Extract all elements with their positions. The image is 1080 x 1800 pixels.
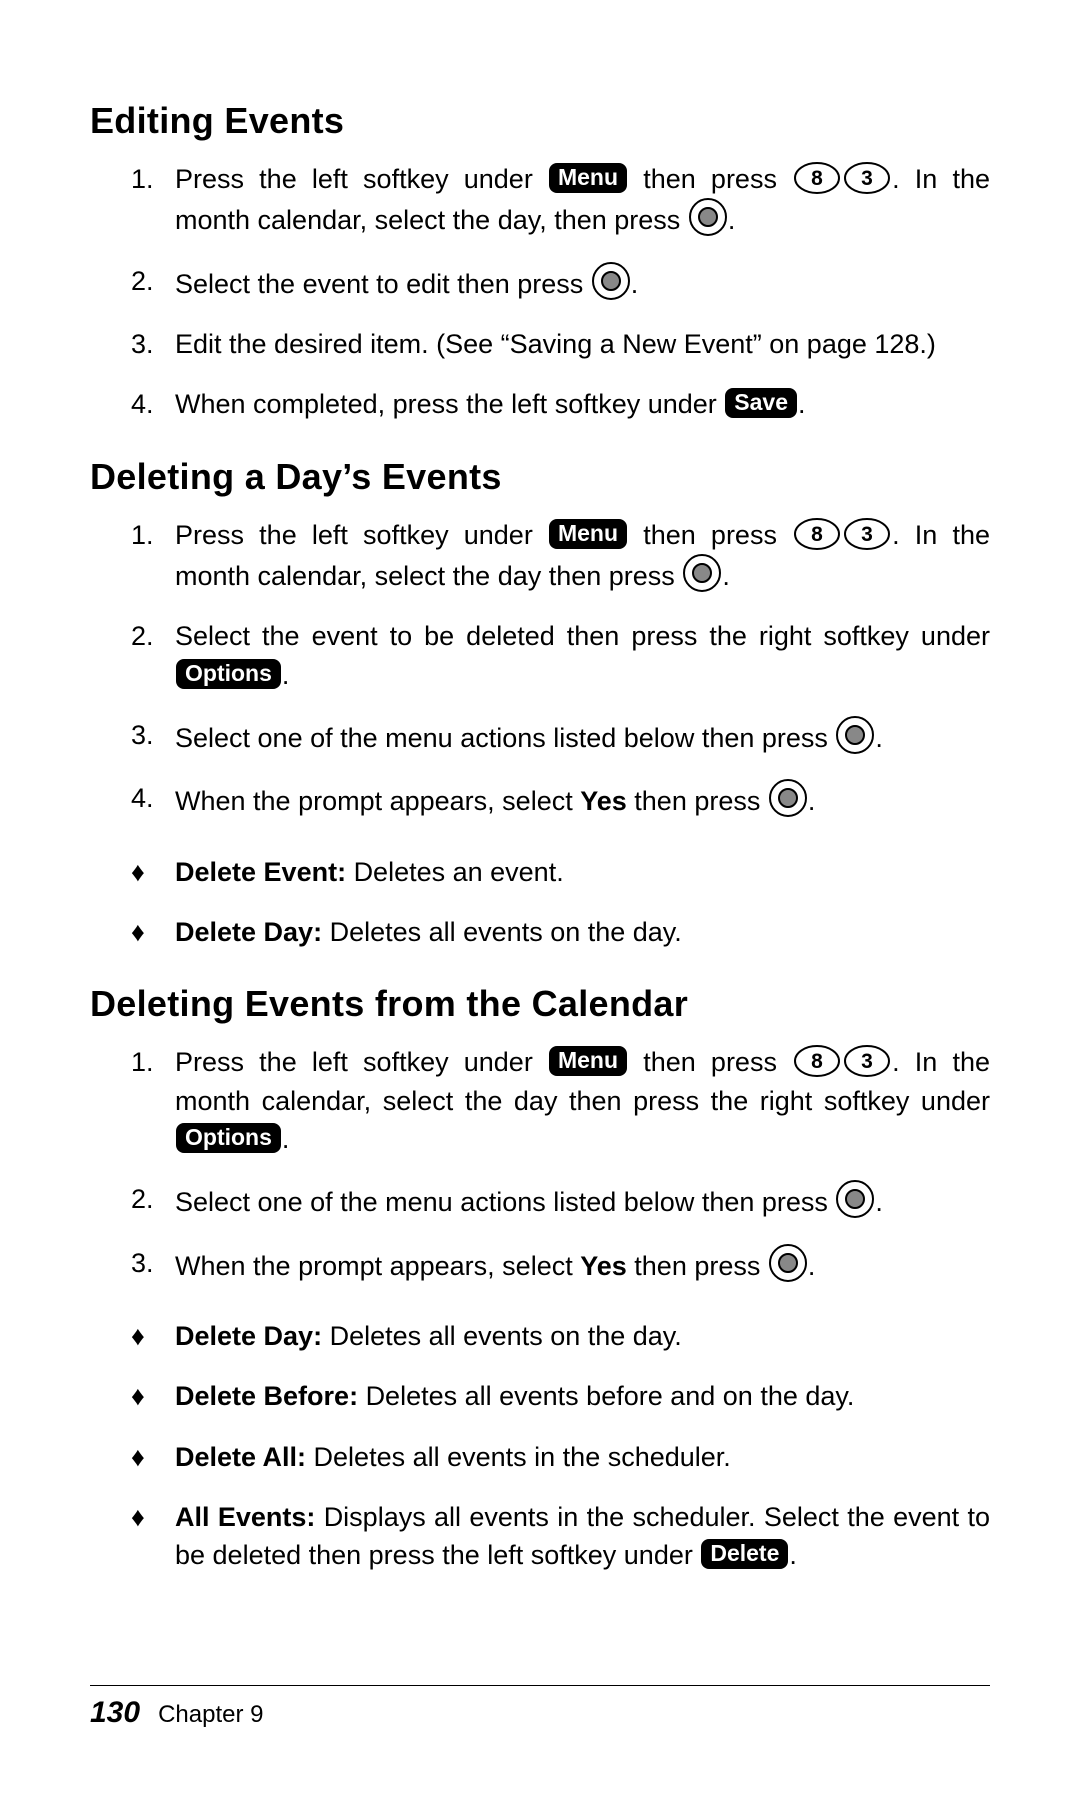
text: then press	[627, 1251, 768, 1281]
text: .	[798, 389, 806, 419]
softkey-menu: Menu	[549, 519, 627, 549]
deleteday-step-3: Select one of the menu actions listed be…	[175, 716, 990, 757]
text: .	[808, 1251, 816, 1281]
text: then press	[628, 164, 792, 194]
editing-step-1: Press the left softkey under Menu then p…	[175, 160, 990, 240]
ok-button-icon	[836, 1180, 874, 1218]
bullet-text: Deletes all events in the scheduler.	[314, 1442, 731, 1472]
text: When the prompt appears, select	[175, 1251, 580, 1281]
key-8-icon	[793, 161, 841, 195]
text: .	[875, 1187, 883, 1217]
ok-button-icon	[769, 1244, 807, 1282]
heading-deleting-days-events: Deleting a Day’s Events	[90, 456, 990, 498]
ok-button-icon	[769, 779, 807, 817]
text: Select one of the menu actions listed be…	[175, 723, 835, 753]
bullet-label: Delete Event:	[175, 857, 354, 887]
key-8-icon	[793, 517, 841, 551]
text: .	[728, 205, 736, 235]
key-3-icon	[843, 161, 891, 195]
deleteday-bullets: Delete Event: Deletes an event. Delete D…	[90, 853, 990, 952]
bullet-label: Delete Before:	[175, 1381, 366, 1411]
text: Edit the desired item. (See “Saving a Ne…	[175, 329, 936, 359]
softkey-menu: Menu	[549, 1046, 627, 1076]
text: Select one of the menu actions listed be…	[175, 1187, 835, 1217]
key-3-icon	[843, 1044, 891, 1078]
softkey-menu: Menu	[549, 163, 627, 193]
bullet-label: All Events:	[175, 1502, 324, 1532]
text: Press the left softkey under	[175, 164, 548, 194]
key-8-icon	[793, 1044, 841, 1078]
text: .	[875, 723, 883, 753]
ok-button-icon	[592, 262, 630, 300]
text: then press	[627, 786, 768, 816]
deleteday-step-1: Press the left softkey under Menu then p…	[175, 516, 990, 596]
deleteday-step-4: When the prompt appears, select Yes then…	[175, 779, 990, 820]
deleteday-steps: Press the left softkey under Menu then p…	[90, 516, 990, 821]
deletecal-step-2: Select one of the menu actions listed be…	[175, 1180, 990, 1221]
softkey-options: Options	[176, 1123, 281, 1153]
bullet-delete-before: Delete Before: Deletes all events before…	[175, 1377, 990, 1415]
text: then press	[628, 1047, 792, 1077]
chapter-label: Chapter 9	[158, 1701, 263, 1728]
manual-page: Editing Events Press the left softkey un…	[0, 0, 1080, 1800]
text: Select the event to be deleted then pres…	[175, 621, 990, 651]
text: .	[282, 660, 290, 690]
page-number: 130	[90, 1696, 140, 1729]
bullet-label: Delete Day:	[175, 1321, 330, 1351]
ok-button-icon	[836, 716, 874, 754]
text: .	[631, 269, 639, 299]
deletecal-bullets: Delete Day: Deletes all events on the da…	[90, 1317, 990, 1575]
bullet-label: Delete All:	[175, 1442, 314, 1472]
softkey-save: Save	[725, 388, 797, 418]
editing-steps: Press the left softkey under Menu then p…	[90, 160, 990, 424]
editing-step-3: Edit the desired item. (See “Saving a Ne…	[175, 325, 990, 363]
bullet-delete-day: Delete Day: Deletes all events on the da…	[175, 1317, 990, 1355]
deletecal-step-1: Press the left softkey under Menu then p…	[175, 1043, 990, 1158]
heading-deleting-from-calendar: Deleting Events from the Calendar	[90, 983, 990, 1025]
bullet-delete-event: Delete Event: Deletes an event.	[175, 853, 990, 891]
bullet-label: Delete Day:	[175, 917, 330, 947]
text: .	[722, 561, 730, 591]
text: .	[808, 786, 816, 816]
bullet-all-events: All Events: Displays all events in the s…	[175, 1498, 990, 1575]
bullet-text: Deletes all events on the day.	[330, 917, 682, 947]
text: then press	[628, 520, 792, 550]
text: When completed, press the left softkey u…	[175, 389, 724, 419]
bold-yes: Yes	[580, 786, 627, 816]
text: .	[282, 1124, 290, 1154]
softkey-options: Options	[176, 659, 281, 689]
bullet-text: Deletes an event.	[354, 857, 564, 887]
text: Select the event to edit then press	[175, 269, 591, 299]
bold-yes: Yes	[580, 1251, 627, 1281]
heading-editing-events: Editing Events	[90, 100, 990, 142]
bullet-delete-day: Delete Day: Deletes all events on the da…	[175, 913, 990, 951]
deleteday-step-2: Select the event to be deleted then pres…	[175, 617, 990, 694]
text: Press the left softkey under	[175, 520, 548, 550]
text: .	[789, 1540, 797, 1570]
bullet-text: Deletes all events on the day.	[330, 1321, 682, 1351]
text: Press the left softkey under	[175, 1047, 548, 1077]
bullet-delete-all: Delete All: Deletes all events in the sc…	[175, 1438, 990, 1476]
key-3-icon	[843, 517, 891, 551]
editing-step-2: Select the event to edit then press .	[175, 262, 990, 303]
deletecal-steps: Press the left softkey under Menu then p…	[90, 1043, 990, 1285]
editing-step-4: When completed, press the left softkey u…	[175, 385, 990, 423]
ok-button-icon	[683, 554, 721, 592]
ok-button-icon	[689, 198, 727, 236]
bullet-text: Deletes all events before and on the day…	[366, 1381, 855, 1411]
softkey-delete: Delete	[701, 1539, 788, 1569]
page-footer: 130 Chapter 9	[90, 1685, 990, 1730]
text: When the prompt appears, select	[175, 786, 580, 816]
deletecal-step-3: When the prompt appears, select Yes then…	[175, 1244, 990, 1285]
